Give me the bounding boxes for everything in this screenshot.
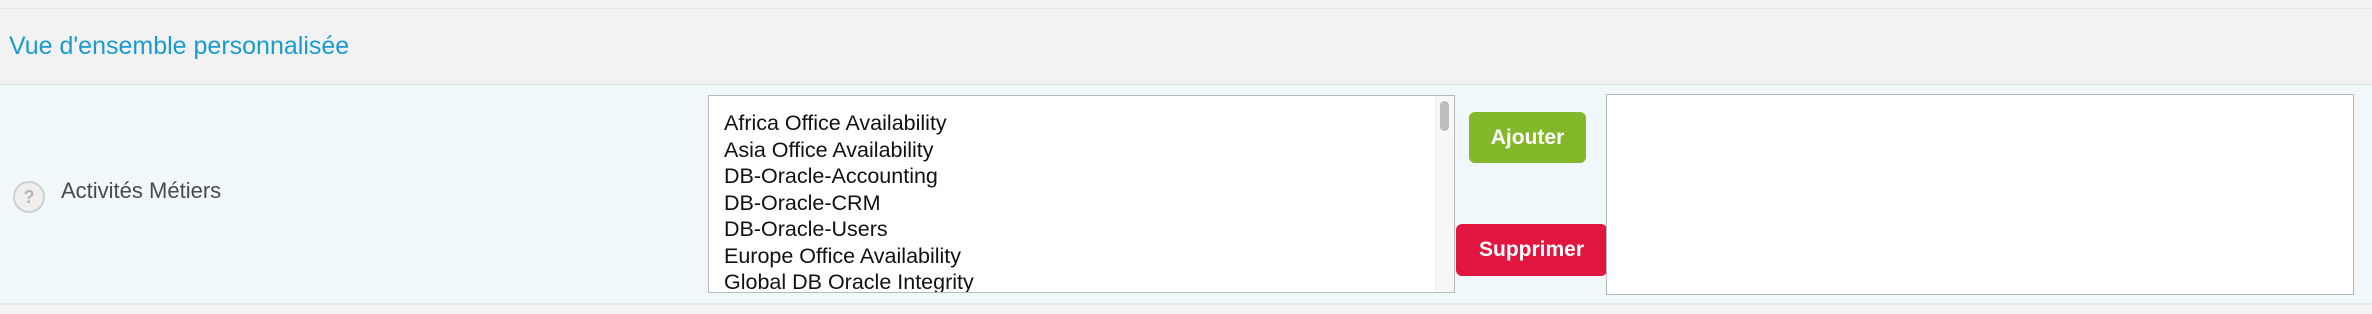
list-item[interactable]: Asia Office Availability (724, 137, 974, 164)
list-item[interactable]: DB-Oracle-Accounting (724, 163, 974, 190)
section-title: Vue d'ensemble personnalisée (9, 32, 350, 60)
list-item[interactable]: Europe Office Availability (724, 243, 974, 270)
field-label: Activités Métiers (61, 178, 222, 203)
list-item[interactable]: DB-Oracle-CRM (724, 190, 974, 217)
add-button[interactable]: Ajouter (1469, 112, 1586, 163)
top-divider (0, 0, 2372, 9)
remove-button[interactable]: Supprimer (1456, 224, 1607, 276)
list-item[interactable]: Africa Office Availability (724, 110, 974, 137)
selected-options-listbox[interactable] (1606, 94, 2354, 295)
listbox-scrollbar[interactable] (1435, 96, 1454, 292)
section-header: Vue d'ensemble personnalisée (0, 9, 2372, 85)
scrollbar-thumb[interactable] (1440, 101, 1449, 131)
list-item[interactable]: Global DB Oracle Integrity (724, 269, 974, 292)
list-item[interactable]: DB-Oracle-Users (724, 216, 974, 243)
available-options-list: Africa Office Availability Asia Office A… (724, 110, 974, 292)
question-circle-icon[interactable]: ? (13, 181, 45, 213)
business-activities-row: ? Activités Métiers Africa Office Availa… (0, 85, 2372, 305)
available-options-listbox[interactable]: Africa Office Availability Asia Office A… (708, 95, 1455, 293)
